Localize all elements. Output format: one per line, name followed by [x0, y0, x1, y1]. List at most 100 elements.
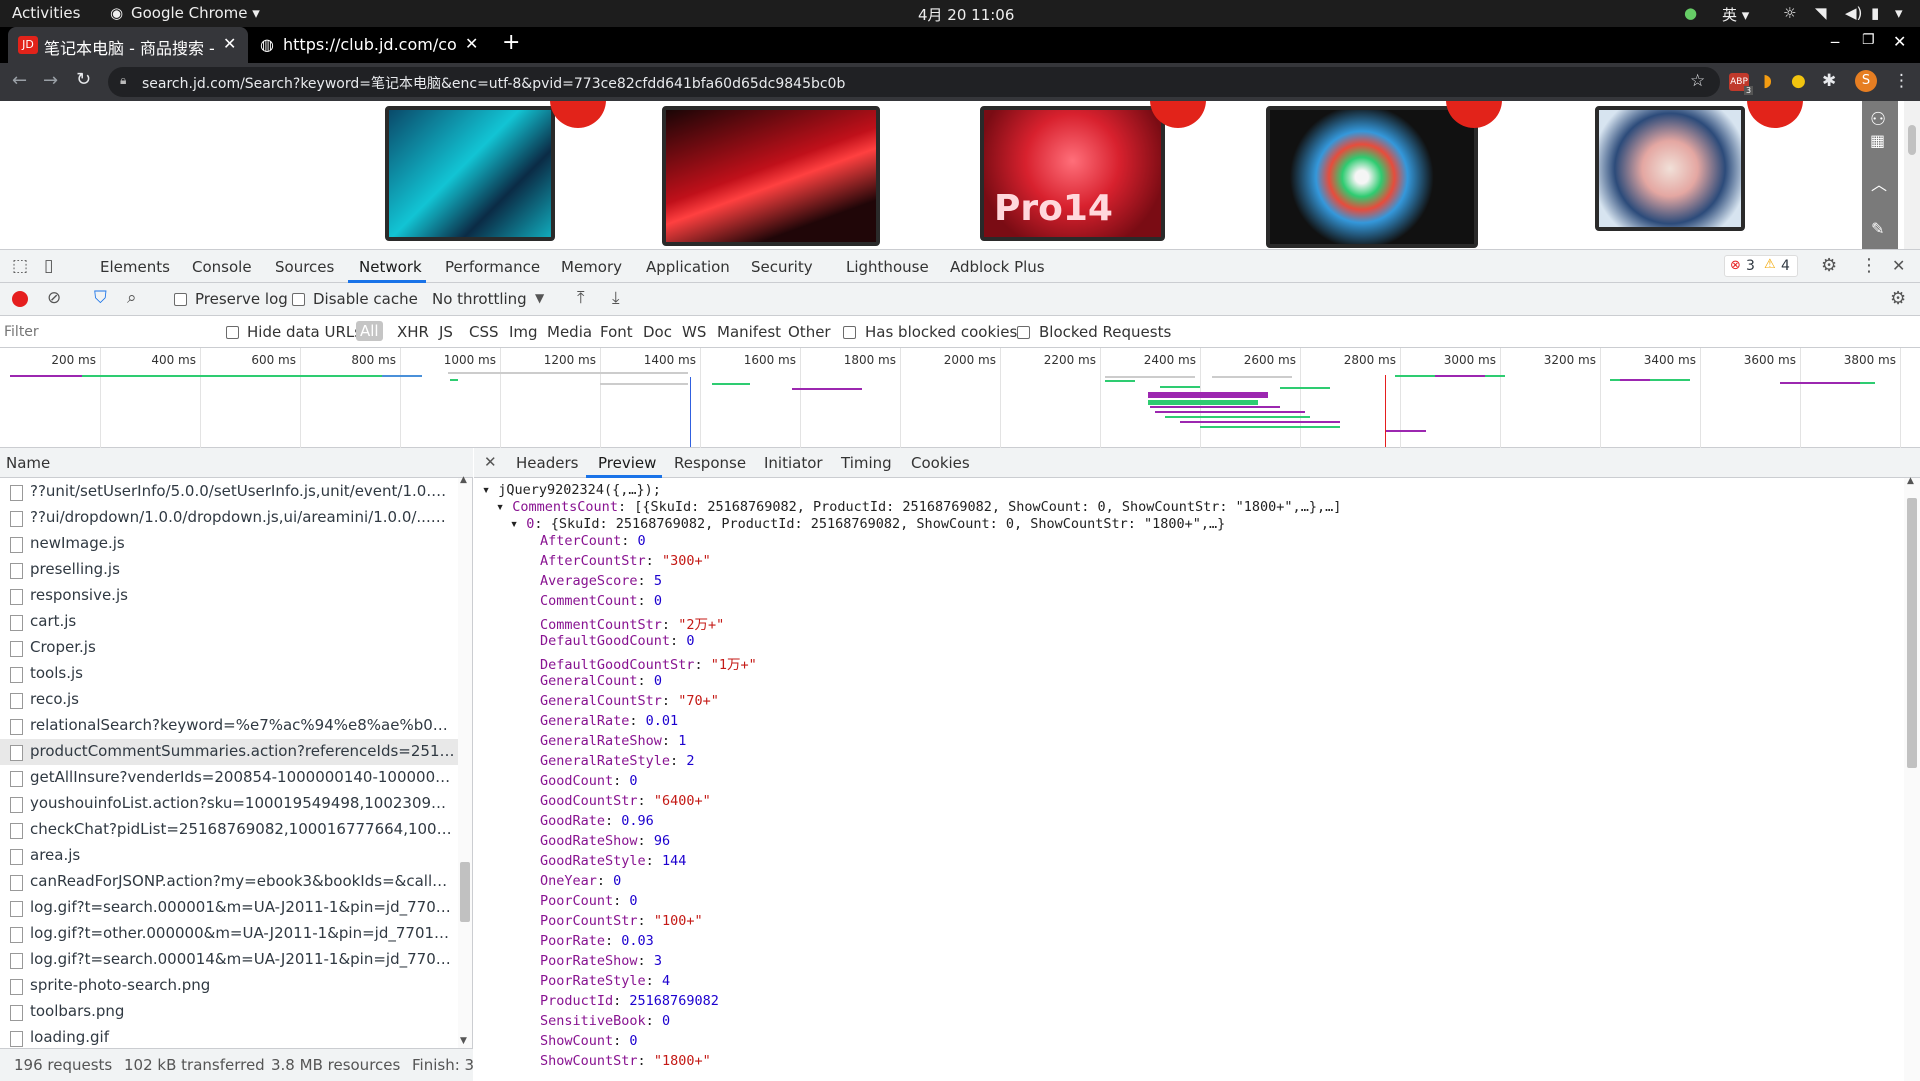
- tab-performance[interactable]: Performance: [445, 258, 540, 276]
- throttling-select[interactable]: No throttling: [432, 290, 527, 308]
- type-filter-js[interactable]: JS: [439, 323, 453, 341]
- tab-security[interactable]: Security: [751, 258, 813, 276]
- clear-icon[interactable]: ⊘: [47, 288, 61, 308]
- json-field[interactable]: CommentCountStr: "2万+": [540, 613, 724, 633]
- qr-code-icon[interactable]: ▦: [1870, 131, 1885, 150]
- request-row[interactable]: ??unit/setUserInfo/5.0.0/setUserInfo.js,…: [0, 479, 458, 505]
- type-filter-css[interactable]: CSS: [469, 323, 499, 341]
- request-row[interactable]: tools.js: [0, 661, 458, 687]
- status-tray-icon[interactable]: ●: [1684, 4, 1697, 22]
- app-menu[interactable]: Google Chrome ▾: [131, 4, 260, 22]
- json-field[interactable]: DefaultGoodCountStr: "1万+": [540, 653, 757, 673]
- preview-scrollbar[interactable]: ▲: [1904, 476, 1920, 1081]
- activities-button[interactable]: Activities: [12, 4, 80, 22]
- brightness-icon[interactable]: ☼: [1783, 4, 1796, 22]
- expand-triangle-icon[interactable]: ▾: [496, 499, 504, 515]
- json-field[interactable]: GeneralCount: 0: [540, 673, 662, 689]
- request-list-scrollbar[interactable]: ▲ ▼: [458, 475, 472, 1048]
- filter-icon[interactable]: ⛉: [94, 288, 107, 308]
- tab-network[interactable]: Network: [359, 258, 422, 276]
- back-to-top-icon[interactable]: ︿: [1871, 171, 1887, 195]
- restore-window-button[interactable]: ❐: [1862, 32, 1875, 48]
- tab-cookies[interactable]: Cookies: [911, 454, 970, 472]
- json-field[interactable]: DefaultGoodCount: 0: [540, 633, 694, 649]
- extension-icon[interactable]: ●: [1791, 71, 1806, 91]
- type-filter-ws[interactable]: WS: [682, 323, 706, 341]
- request-row[interactable]: log.gif?t=other.000000&m=UA-J2011-1&pin=…: [0, 921, 458, 947]
- json-field[interactable]: GeneralRateShow: 1: [540, 733, 686, 749]
- volume-icon[interactable]: ◀): [1845, 4, 1862, 22]
- json-field[interactable]: ShowCountStr: "1800+": [540, 1053, 711, 1069]
- request-row[interactable]: sprite-photo-search.png: [0, 973, 458, 999]
- tab-club-jd[interactable]: ◍ https://club.jd.com/comme ✕: [250, 27, 490, 63]
- page-scrollbar[interactable]: [1904, 101, 1920, 249]
- devtools-menu-icon[interactable]: ⋮: [1860, 255, 1878, 276]
- request-row[interactable]: responsive.js: [0, 583, 458, 609]
- tab-initiator[interactable]: Initiator: [764, 454, 823, 472]
- request-row[interactable]: log.gif?t=search.000001&m=UA-J2011-1&pin…: [0, 895, 458, 921]
- user-icon[interactable]: ⚇: [1870, 109, 1886, 130]
- close-tab-icon[interactable]: ✕: [223, 34, 236, 53]
- close-detail-icon[interactable]: ✕: [484, 453, 497, 471]
- hide-data-urls-checkbox[interactable]: [226, 326, 239, 339]
- chevron-down-icon[interactable]: ▼: [535, 291, 544, 305]
- tab-lighthouse[interactable]: Lighthouse: [846, 258, 929, 276]
- json-item-line[interactable]: ▾ 0: {SkuId: 25168769082, ProductId: 251…: [510, 516, 1225, 532]
- type-filter-other[interactable]: Other: [788, 323, 831, 341]
- json-field[interactable]: GoodRate: 0.96: [540, 813, 654, 829]
- tab-application[interactable]: Application: [646, 258, 730, 276]
- json-field[interactable]: ShowCount: 0: [540, 1033, 638, 1049]
- preserve-log-checkbox[interactable]: [174, 293, 187, 306]
- tab-timing[interactable]: Timing: [841, 454, 892, 472]
- type-filter-img[interactable]: Img: [509, 323, 538, 341]
- column-name-header[interactable]: Name: [6, 454, 50, 472]
- json-field[interactable]: OneYear: 0: [540, 873, 621, 889]
- extensions-puzzle-icon[interactable]: ✱: [1822, 71, 1836, 91]
- tab-elements[interactable]: Elements: [100, 258, 170, 276]
- json-field[interactable]: PoorCountStr: "100+": [540, 913, 703, 929]
- network-overview-timeline[interactable]: 200 ms 400 ms 600 ms 800 ms 1000 ms 1200 ms 14…: [0, 348, 1920, 448]
- expand-triangle-icon[interactable]: ▾: [482, 482, 490, 498]
- json-field[interactable]: AfterCount: 0: [540, 533, 646, 549]
- json-comments-line[interactable]: ▾ CommentsCount: [{SkuId: 25168769082, P…: [496, 499, 1341, 515]
- power-menu-icon[interactable]: ▾: [1895, 4, 1903, 22]
- tab-console[interactable]: Console: [192, 258, 252, 276]
- request-row[interactable]: Croper.js: [0, 635, 458, 661]
- new-tab-button[interactable]: +: [502, 30, 520, 55]
- request-row[interactable]: newImage.js: [0, 531, 458, 557]
- close-tab-icon[interactable]: ✕: [465, 34, 478, 53]
- json-field[interactable]: PoorRateShow: 3: [540, 953, 662, 969]
- tab-response[interactable]: Response: [674, 454, 746, 472]
- filter-input[interactable]: [4, 320, 210, 344]
- network-settings-gear-icon[interactable]: ⚙: [1890, 288, 1906, 309]
- bookmark-star-icon[interactable]: ☆: [1690, 71, 1705, 91]
- close-devtools-icon[interactable]: ✕: [1892, 256, 1905, 275]
- chrome-menu-icon[interactable]: ⋮: [1893, 71, 1910, 91]
- issues-counter[interactable]: ⊗ 3 ⚠ 4: [1724, 255, 1798, 277]
- record-button[interactable]: [12, 291, 28, 307]
- json-field[interactable]: GeneralRate: 0.01: [540, 713, 678, 729]
- json-field[interactable]: SensitiveBook: 0: [540, 1013, 670, 1029]
- request-row[interactable]: reco.js: [0, 687, 458, 713]
- json-field[interactable]: ProductId: 25168769082: [540, 993, 719, 1009]
- json-field[interactable]: GoodRateStyle: 144: [540, 853, 686, 869]
- json-field[interactable]: GeneralRateStyle: 2: [540, 753, 694, 769]
- type-filter-font[interactable]: Font: [600, 323, 633, 341]
- tab-adblock-plus[interactable]: Adblock Plus: [950, 258, 1045, 276]
- blocked-requests-checkbox[interactable]: [1017, 326, 1030, 339]
- blocked-cookies-checkbox[interactable]: [843, 326, 856, 339]
- request-row[interactable]: relationalSearch?keyword=%e7%ac%94%e8%ae…: [0, 713, 458, 739]
- request-row[interactable]: youshouinfoList.action?sku=100019549498,…: [0, 791, 458, 817]
- json-field[interactable]: CommentCount: 0: [540, 593, 662, 609]
- search-icon[interactable]: ⌕: [127, 288, 137, 308]
- request-row[interactable]: cart.js: [0, 609, 458, 635]
- request-row[interactable]: productCommentSummaries.action?reference…: [0, 739, 458, 765]
- tab-jd-search[interactable]: JD 笔记本电脑 - 商品搜索 - ✕: [8, 27, 248, 63]
- request-row[interactable]: log.gif?t=search.000014&m=UA-J2011-1&pin…: [0, 947, 458, 973]
- extension-icon[interactable]: ◗: [1763, 71, 1772, 91]
- type-filter-manifest[interactable]: Manifest: [717, 323, 781, 341]
- feedback-edit-icon[interactable]: ✎: [1871, 219, 1884, 238]
- expand-triangle-icon[interactable]: ▾: [510, 516, 518, 532]
- import-har-icon[interactable]: ⤒: [577, 288, 585, 308]
- json-field[interactable]: GoodCount: 0: [540, 773, 638, 789]
